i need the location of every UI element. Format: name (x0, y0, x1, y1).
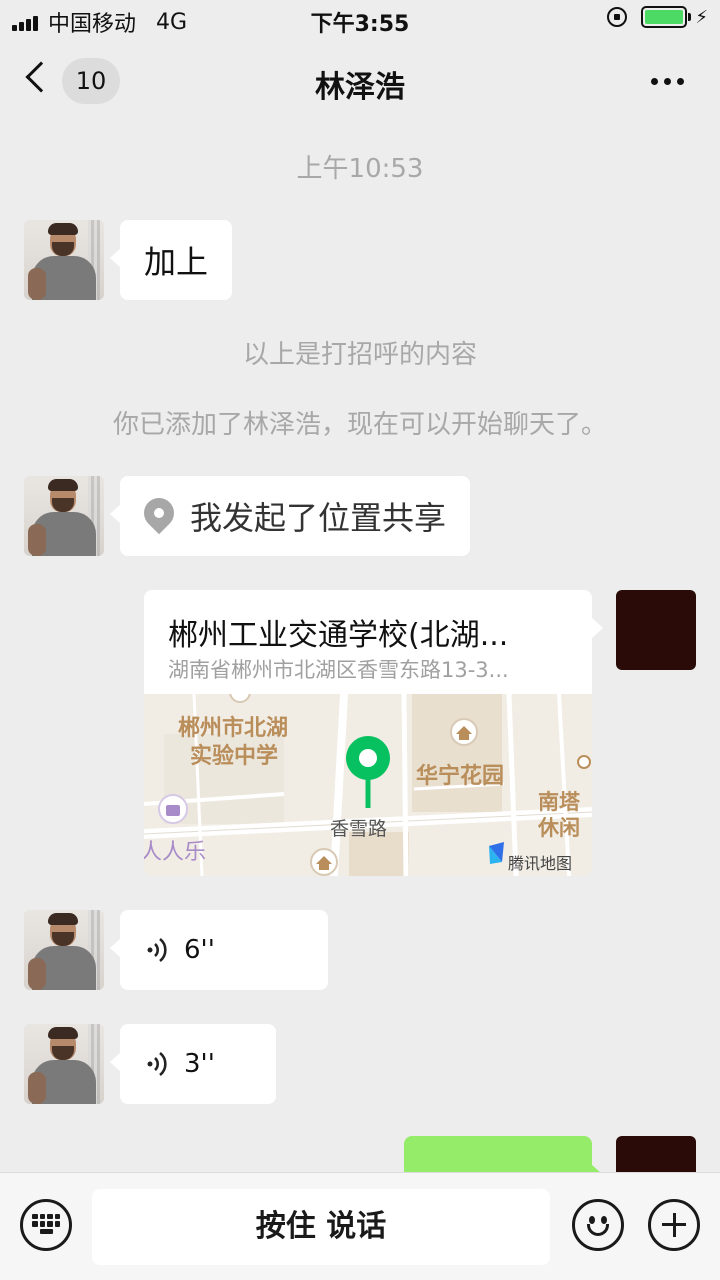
emoji-icon[interactable] (572, 1199, 624, 1251)
voice-duration: 3'' (184, 1049, 215, 1079)
system-message-added: 你已添加了林泽浩，现在可以开始聊天了。 (112, 410, 607, 440)
contact-avatar[interactable] (24, 910, 104, 990)
more-options-icon[interactable] (645, 78, 684, 85)
contact-avatar[interactable] (24, 476, 104, 556)
orientation-lock-icon (607, 7, 628, 27)
incoming-voice-bubble[interactable]: 3'' (110, 1024, 276, 1104)
contact-avatar[interactable] (24, 1024, 104, 1104)
incoming-text-bubble[interactable]: 加上 (109, 220, 233, 300)
status-bar: 中国移动 4G 下午3:55 ⚡ (0, 0, 720, 40)
map-preview[interactable]: 郴州市北湖 实验中学 华宁花园 南塔 休闲 香雪路 人人乐 腾讯地图 (144, 694, 592, 876)
map-label-store: 人人乐 (144, 840, 207, 865)
bubble-tail (592, 618, 603, 638)
contact-avatar[interactable] (24, 220, 104, 300)
input-toolbar: 按住 说话 (0, 1172, 720, 1280)
incoming-voice-bubble[interactable]: 6'' (110, 910, 328, 990)
location-share-bubble[interactable]: 我发起了位置共享 (109, 476, 471, 556)
charging-icon: ⚡ (695, 6, 708, 28)
map-attribution: 腾讯地图 (508, 854, 573, 873)
keyboard-icon[interactable] (20, 1199, 72, 1251)
message-text: 加上 (144, 243, 209, 281)
map-label-south-2: 休闲 (538, 816, 580, 840)
map-label-road: 香雪路 (330, 818, 388, 840)
location-address: 湖南省郴州市北湖区香雪东路13-3... (168, 658, 509, 682)
message-timestamp: 上午10:53 (296, 154, 424, 184)
map-label-school-2: 实验中学 (190, 744, 279, 769)
location-name: 郴州工业交通学校(北湖... (168, 618, 509, 653)
location-pin-icon (137, 491, 181, 535)
battery-icon (641, 6, 692, 28)
my-avatar[interactable] (616, 590, 696, 670)
chat-header: 10 林泽浩 (0, 40, 720, 124)
hold-to-talk-button[interactable]: 按住 说话 (92, 1189, 550, 1265)
location-share-text: 我发起了位置共享 (190, 499, 447, 537)
system-message-greeting: 以上是打招呼的内容 (242, 340, 477, 370)
voice-wave-icon (147, 1051, 167, 1077)
voice-wave-icon (147, 937, 167, 963)
voice-duration: 6'' (184, 935, 215, 965)
map-label-garden: 华宁花园 (416, 764, 505, 789)
chat-title: 林泽浩 (315, 70, 405, 105)
more-functions-plus-icon[interactable] (648, 1199, 700, 1251)
location-card[interactable]: 郴州工业交通学校(北湖... 湖南省郴州市北湖区香雪东路13-3... 郴州市北… (144, 590, 592, 876)
